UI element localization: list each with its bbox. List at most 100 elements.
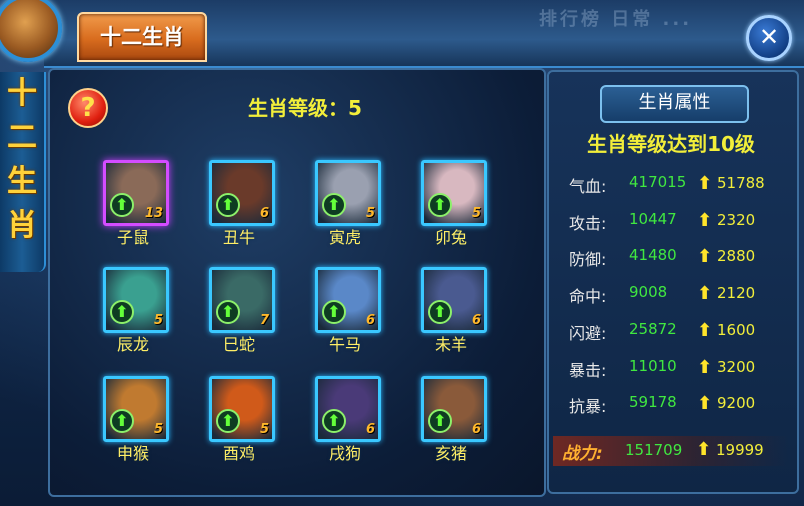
zodiac-slot[interactable]: ⬆ 6 xyxy=(315,267,381,333)
stat-label: 抗暴: xyxy=(569,397,607,417)
upgrade-arrow-icon[interactable]: ⬆ xyxy=(428,409,452,433)
zodiac-slot-level: 6 xyxy=(471,422,481,437)
upgrade-arrow-glyph: ⬆ xyxy=(433,302,447,321)
stat-bonus: 1600 xyxy=(717,320,756,339)
side-title-char: 十 xyxy=(7,76,37,111)
attributes-subtitle: 生肖等级达到10级 xyxy=(587,132,755,156)
zodiac-slot[interactable]: ⬆ 13 xyxy=(103,160,169,226)
up-arrow-icon: ⬆ xyxy=(697,393,713,415)
power-bonus: 19999 xyxy=(716,441,764,459)
upgrade-arrow-icon[interactable]: ⬆ xyxy=(322,409,346,433)
power-label: 战力: xyxy=(562,444,603,464)
stat-row: 攻击: 10447 ⬆ 2320 xyxy=(569,210,789,234)
zodiac-slot-level: 7 xyxy=(259,313,269,328)
upgrade-arrow-icon[interactable]: ⬆ xyxy=(216,193,240,217)
stat-row: 防御: 41480 ⬆ 2880 xyxy=(569,246,789,270)
zodiac-slot[interactable]: ⬆ 5 xyxy=(209,376,275,442)
upgrade-arrow-glyph: ⬆ xyxy=(115,302,129,321)
power-row: 战力: 151709 ⬆ 19999 xyxy=(553,436,789,466)
zodiac-slot-level: 5 xyxy=(471,206,481,221)
upgrade-arrow-icon[interactable]: ⬆ xyxy=(216,409,240,433)
stat-row: 闪避: 25872 ⬆ 1600 xyxy=(569,320,789,344)
attributes-title-plate: 生肖属性 xyxy=(600,85,749,123)
upgrade-arrow-icon[interactable]: ⬆ xyxy=(322,193,346,217)
zodiac-slot-level: 13 xyxy=(144,206,163,221)
stat-value: 10447 xyxy=(629,209,677,228)
zodiac-slot[interactable]: ⬆ 7 xyxy=(209,267,275,333)
upgrade-arrow-icon[interactable]: ⬆ xyxy=(428,193,452,217)
zodiac-slot-level: 6 xyxy=(259,206,269,221)
close-icon: ✕ xyxy=(758,23,780,51)
side-title-char: 肖 xyxy=(7,208,37,243)
stat-label: 闪避: xyxy=(569,323,607,343)
stat-bonus: 2320 xyxy=(717,210,756,229)
zodiac-slot-level: 5 xyxy=(153,313,163,328)
zodiac-name: 午马 xyxy=(328,335,361,354)
zodiac-slot[interactable]: ⬆ 6 xyxy=(315,376,381,442)
zodiac-name: 子鼠 xyxy=(116,228,149,247)
zodiac-slot-level: 6 xyxy=(365,422,375,437)
zodiac-slot-level: 5 xyxy=(259,422,269,437)
zodiac-name: 未羊 xyxy=(434,335,467,354)
attributes-title: 生肖属性 xyxy=(638,92,711,113)
stat-label: 防御: xyxy=(569,250,607,270)
zodiac-name: 酉鸡 xyxy=(222,444,255,463)
side-title-char: 生 xyxy=(7,164,37,199)
zodiac-name: 申猴 xyxy=(116,444,149,463)
upgrade-arrow-glyph: ⬆ xyxy=(115,411,129,430)
stat-value: 25872 xyxy=(629,319,677,338)
side-title: 十 二 生 肖 xyxy=(0,72,46,272)
stat-bonus: 9200 xyxy=(717,394,756,413)
zodiac-name: 辰龙 xyxy=(116,335,149,354)
zodiac-slot[interactable]: ⬆ 5 xyxy=(103,267,169,333)
zodiac-slot[interactable]: ⬆ 5 xyxy=(421,160,487,226)
zodiac-slot[interactable]: ⬆ 6 xyxy=(421,267,487,333)
upgrade-arrow-glyph: ⬆ xyxy=(221,195,235,214)
stat-label: 命中: xyxy=(569,287,607,307)
stat-value: 41480 xyxy=(629,246,677,265)
zodiac-slot-level: 6 xyxy=(471,313,481,328)
zodiac-slot[interactable]: ⬆ 6 xyxy=(209,160,275,226)
zodiac-slot[interactable]: ⬆ 6 xyxy=(421,376,487,442)
stat-row: 暴击: 11010 ⬆ 3200 xyxy=(569,357,789,381)
tab-zodiac[interactable]: 十二生肖 xyxy=(77,12,207,62)
stat-label: 气血: xyxy=(569,177,607,196)
upgrade-arrow-glyph: ⬆ xyxy=(221,411,235,430)
stat-bonus: 2880 xyxy=(717,247,756,266)
zodiac-name: 戌狗 xyxy=(328,444,361,463)
up-arrow-icon: ⬆ xyxy=(697,209,713,231)
stat-row: 气血: 417015 ⬆ 51788 xyxy=(569,173,789,197)
zodiac-level-text: 生肖等级：5 xyxy=(248,96,362,120)
side-title-char: 二 xyxy=(7,120,37,155)
stat-value: 9008 xyxy=(629,283,668,302)
upgrade-arrow-icon[interactable]: ⬆ xyxy=(322,300,346,324)
upgrade-arrow-icon[interactable]: ⬆ xyxy=(110,300,134,324)
upgrade-arrow-glyph: ⬆ xyxy=(327,195,341,214)
stat-value: 11010 xyxy=(629,356,677,375)
zodiac-slot[interactable]: ⬆ 5 xyxy=(315,160,381,226)
zodiac-name: 卯兔 xyxy=(434,228,467,247)
up-arrow-icon: ⬆ xyxy=(697,356,713,378)
upgrade-arrow-icon[interactable]: ⬆ xyxy=(216,300,240,324)
upgrade-arrow-icon[interactable]: ⬆ xyxy=(428,300,452,324)
upgrade-arrow-glyph: ⬆ xyxy=(327,302,341,321)
help-button[interactable]: ? xyxy=(68,88,108,128)
stat-bonus: 51788 xyxy=(717,174,765,192)
up-arrow-icon: ⬆ xyxy=(696,439,712,460)
up-arrow-icon: ⬆ xyxy=(697,246,713,268)
upgrade-arrow-glyph: ⬆ xyxy=(433,195,447,214)
upgrade-arrow-icon[interactable]: ⬆ xyxy=(110,409,134,433)
upgrade-arrow-glyph: ⬆ xyxy=(221,302,235,321)
zodiac-slot[interactable]: ⬆ 5 xyxy=(103,376,169,442)
stat-row: 抗暴: 59178 ⬆ 9200 xyxy=(569,393,789,417)
close-button[interactable]: ✕ xyxy=(746,15,792,61)
zodiac-slot-level: 5 xyxy=(153,422,163,437)
up-arrow-icon: ⬆ xyxy=(697,283,713,305)
up-arrow-icon: ⬆ xyxy=(697,173,713,194)
stat-row: 命中: 9008 ⬆ 2120 xyxy=(569,283,789,307)
stat-value: 417015 xyxy=(629,173,687,191)
stat-value: 59178 xyxy=(629,393,677,412)
power-value: 151709 xyxy=(625,441,683,459)
zodiac-name: 丑牛 xyxy=(222,228,255,247)
upgrade-arrow-icon[interactable]: ⬆ xyxy=(110,193,134,217)
